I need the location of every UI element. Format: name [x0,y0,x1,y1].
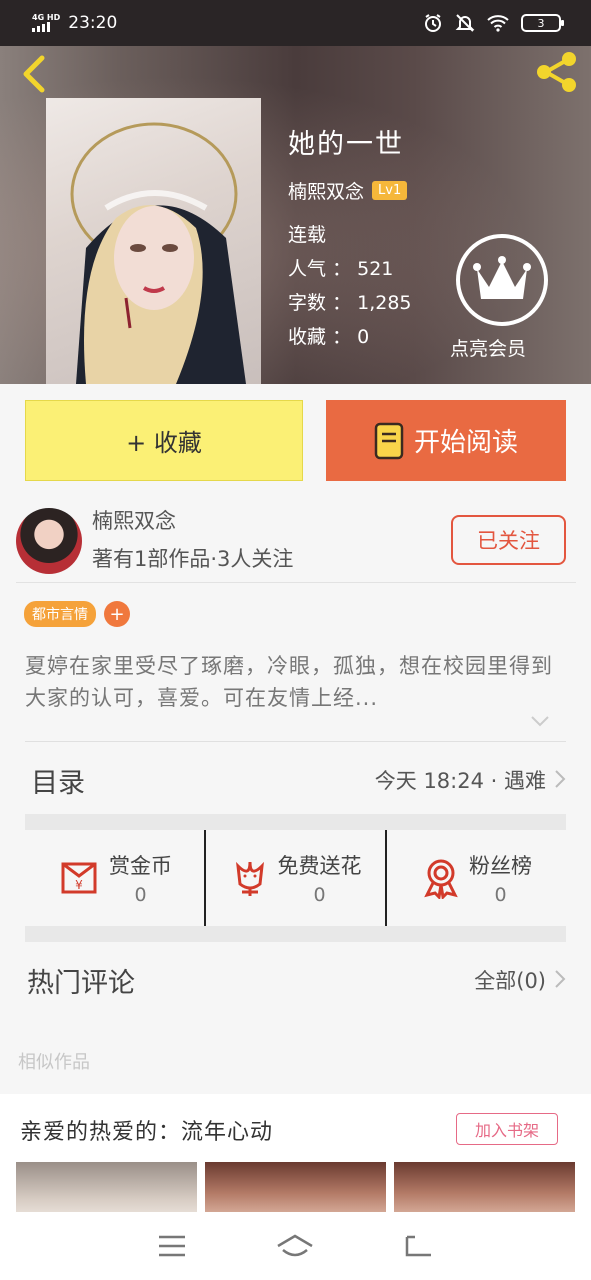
fans-ranking-button[interactable]: 粉丝榜 0 [385,830,566,926]
catalog-row[interactable]: 目录 今天 18:24 · 遇难 [25,745,566,813]
similar-works-label: 相似作品 [18,1052,90,1073]
cover-illustration [70,122,246,384]
medal-icon [424,859,458,899]
book-header: 她的一世 楠熙双念 Lv1 连载 人气 ： 521 字数 ： 1,285 收藏 … [0,46,591,384]
book-author: 楠熙双念 [288,181,365,203]
menu-button[interactable] [152,1229,192,1263]
favorites-label: 收藏 [288,326,327,348]
wifi-icon [487,15,509,32]
hot-comments-label: 热门评论 [27,968,135,999]
favorites-value: 0 [357,326,370,348]
alarm-icon [425,14,441,32]
section-separator [25,926,566,942]
words-label: 字数 [288,292,327,314]
book-word-count: 字数 ： 1,285 [288,292,412,314]
flower-icon [235,861,264,896]
signal-icon [32,22,50,32]
share-icon[interactable] [533,48,581,94]
book-title: 她的一世 [288,129,404,160]
book-info: 她的一世 楠熙双念 Lv1 连载 人气 ： 521 字数 ： 1,285 收藏 … [288,122,412,356]
follow-button[interactable]: 已关注 [451,515,566,565]
avatar[interactable] [16,508,82,574]
svg-text:¥: ¥ [75,878,83,892]
reward-value: 0 [134,884,147,906]
return-icon [405,1235,432,1257]
vip-label[interactable]: 点亮会员 [450,334,560,361]
popularity-label: 人气 [288,258,327,280]
author-stats: 著有1部作品·3人关注 [92,547,294,571]
reward-label: 粉丝榜 [469,854,532,878]
menu-icon [158,1235,185,1257]
reward-coins-button[interactable]: ¥ 赏金币 0 [25,830,204,926]
chevron-down-icon[interactable] [530,714,550,728]
reward-bar: ¥ 赏金币 0 免费送花 0 粉丝榜 0 [25,830,566,926]
home-icon [277,1234,314,1257]
clock: 23:20 [68,13,118,33]
recommended-book[interactable]: 亲爱的热爱的：流年心动 加入书架 [0,1094,591,1224]
crown-icon [473,256,531,299]
back-nav-button[interactable] [399,1229,439,1263]
battery-level: 3 [537,16,545,30]
recommended-book-title[interactable]: 亲爱的热爱的：流年心动 [20,1114,273,1146]
tag-list: 都市言情 + [24,601,130,627]
add-tag-button[interactable]: + [104,601,130,627]
start-reading-label: 开始阅读 [413,428,518,458]
action-buttons: + 收藏 开始阅读 [25,400,566,481]
red-envelope-icon: ¥ [61,862,97,894]
chevron-right-icon [555,970,566,988]
catalog-label: 目录 [31,768,85,799]
chevron-right-icon [555,770,566,788]
mute-icon [455,14,475,32]
battery-icon: 3 [521,14,564,32]
start-reading-button[interactable]: 开始阅读 [326,400,566,481]
all-comments-link[interactable]: 全部(0) [474,965,546,995]
book-favorites: 收藏 ： 0 [288,326,370,348]
book-status: 连载 [288,224,327,246]
section-separator [25,814,566,830]
reward-value: 0 [494,884,507,906]
author-name[interactable]: 楠熙双念 [92,505,176,535]
book-popularity: 人气 ： 521 [288,258,394,280]
status-bar: 4G HD 23:20 3 [0,0,591,46]
author-section: 楠熙双念 著有1部作品·3人关注 已关注 [16,505,576,583]
collect-button[interactable]: + 收藏 [25,400,303,481]
divider [25,741,566,742]
author-level-badge: Lv1 [372,181,408,200]
words-value: 1,285 [357,292,412,314]
reward-label: 免费送花 [277,854,362,878]
back-icon[interactable] [14,52,54,96]
home-button[interactable] [275,1229,315,1263]
book-description[interactable]: 夏婷在家里受尽了琢磨，冷眼，孤独，想在校园里得到大家的认可，喜爱。可在友情上经.… [25,650,555,714]
network-indicator: 4G HD [32,14,60,32]
network-label: 4G HD [32,13,61,22]
popularity-value: 521 [357,258,394,280]
hot-comments-row[interactable]: 热门评论 全部(0) [25,945,566,1013]
vip-button[interactable] [456,234,548,326]
send-flower-button[interactable]: 免费送花 0 [204,830,385,926]
latest-chapter: 今天 18:24 · 遇难 [374,769,546,793]
reward-label: 赏金币 [109,854,172,878]
genre-tag[interactable]: 都市言情 [24,601,96,627]
add-to-shelf-button[interactable]: 加入书架 [456,1113,558,1145]
book-cover[interactable] [46,98,261,384]
system-nav-bar [0,1212,591,1280]
reward-value: 0 [313,884,326,906]
book-icon [374,422,404,459]
